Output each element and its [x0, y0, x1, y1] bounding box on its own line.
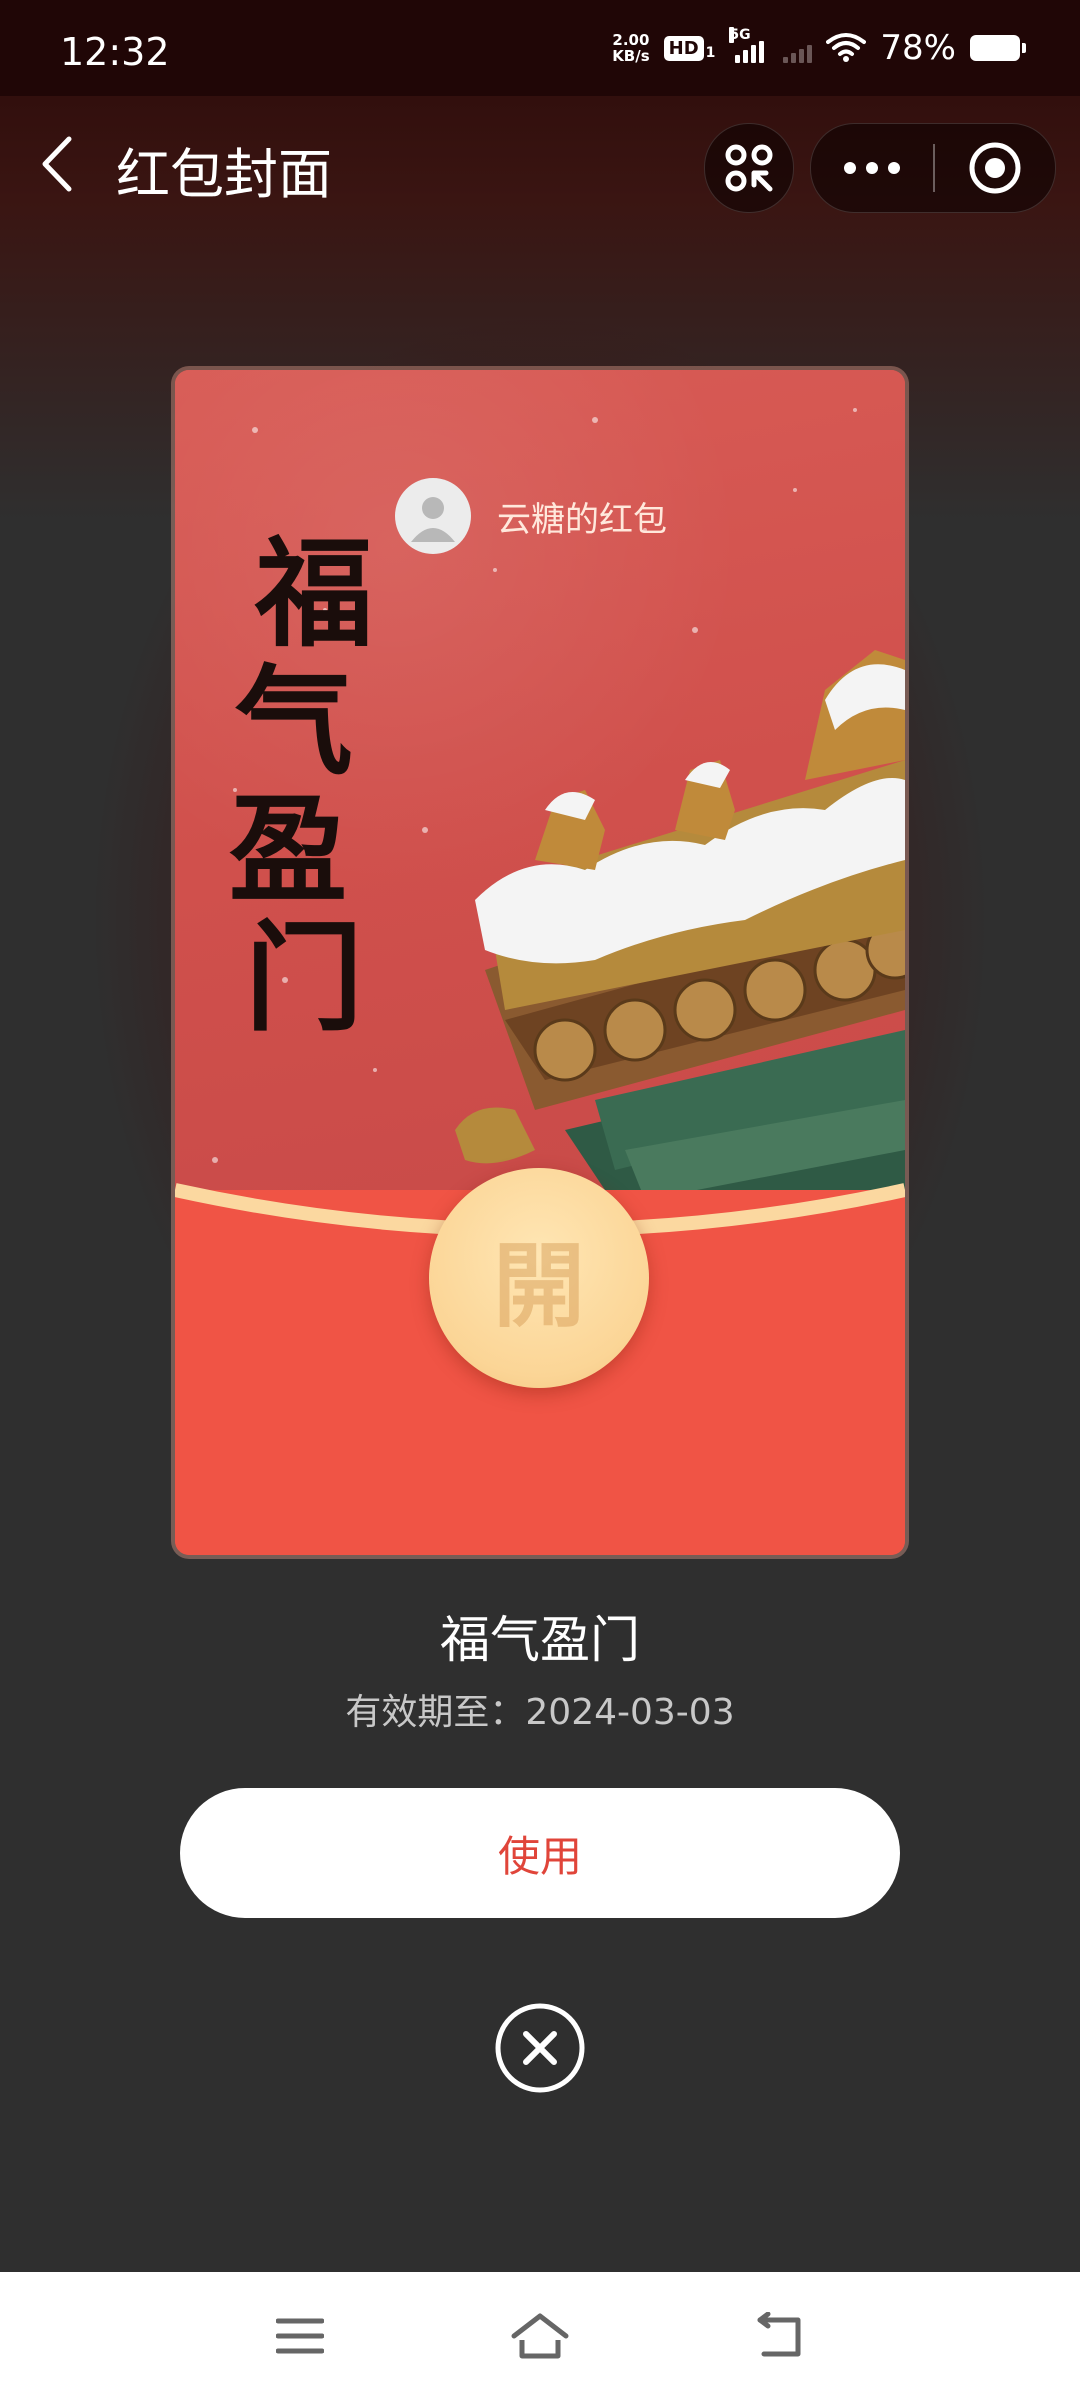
menu-icon	[276, 2318, 324, 2354]
scan-button[interactable]	[704, 123, 794, 213]
signal-5g-icon: 5G	[729, 27, 769, 63]
cover-calligraphy: 福 气 盈 门	[229, 524, 374, 1047]
open-glyph: 開	[492, 1231, 585, 1340]
chevron-left-icon	[42, 136, 72, 192]
hd-indicator: HD 1	[663, 35, 716, 61]
system-navigation-bar	[0, 2272, 1080, 2400]
miniprogram-capsule	[810, 123, 1056, 213]
avatar	[395, 478, 471, 554]
calligraphy-char: 盈	[229, 780, 348, 919]
page-title: 红包封面	[116, 143, 332, 206]
home-button[interactable]	[510, 2306, 570, 2366]
network-speed: 2.00 KB/s	[612, 32, 649, 64]
target-circle-icon	[969, 142, 1021, 194]
sender-name: 云糖的红包	[497, 499, 667, 540]
cover-image: 云糖的红包 福 气 盈 门	[175, 370, 905, 1250]
sender-info: 云糖的红包	[395, 478, 667, 554]
back-arrow-icon	[757, 2312, 801, 2357]
menu-button[interactable]	[270, 2306, 330, 2366]
cover-name: 福气盈门	[440, 1611, 640, 1669]
back-nav-button[interactable]	[750, 2306, 810, 2366]
signal-sim2-icon	[783, 33, 813, 63]
wifi-icon	[826, 33, 867, 62]
network-type-label: 5G	[729, 27, 751, 43]
close-miniprogram-button[interactable]	[935, 124, 1055, 212]
open-envelope-button[interactable]: 開	[429, 1168, 649, 1388]
hd-badge: HD	[663, 35, 704, 61]
status-bar: 12:32 2.00 KB/s HD 1 5G 78%	[0, 0, 1080, 96]
battery-icon	[970, 35, 1026, 61]
hd-sub: 1	[705, 44, 716, 61]
scan-qr-icon	[725, 144, 773, 192]
more-dots-icon	[844, 162, 900, 174]
calligraphy-char: 门	[245, 908, 364, 1047]
use-button[interactable]: 使用	[180, 1788, 900, 1918]
home-icon	[511, 2313, 569, 2359]
cover-expiry: 有效期至：2024-03-03	[345, 1692, 735, 1733]
calligraphy-char: 福	[255, 524, 374, 663]
close-circle-icon	[495, 2003, 585, 2093]
close-button[interactable]	[494, 2002, 586, 2094]
more-button[interactable]	[811, 124, 933, 212]
status-icons: 2.00 KB/s HD 1 5G 78%	[612, 26, 1026, 70]
back-button[interactable]	[30, 132, 82, 196]
calligraphy-char: 气	[235, 652, 354, 791]
red-envelope-cover: 云糖的红包 福 气 盈 门 開	[175, 370, 905, 1555]
nav-bar: 红包封面	[0, 96, 1080, 242]
network-speed-unit: KB/s	[612, 47, 650, 65]
battery-percent: 78%	[880, 28, 956, 68]
status-time: 12:32	[60, 30, 170, 74]
default-avatar-icon	[411, 497, 455, 542]
network-speed-value: 2.00	[612, 31, 650, 49]
